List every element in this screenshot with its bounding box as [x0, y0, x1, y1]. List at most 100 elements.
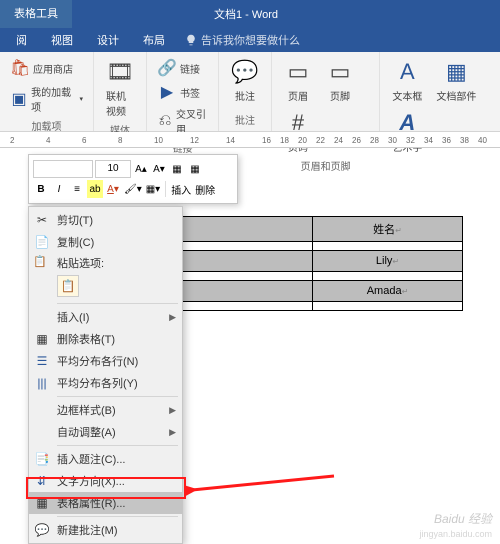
document-table[interactable]: 姓名↵ Lily↵ Amada↵ [182, 216, 463, 311]
ribbon-group-media: 🎞 联机视频 媒体 [94, 52, 147, 131]
table-cell[interactable] [313, 242, 463, 251]
comment-button[interactable]: 💬 批注 [225, 56, 265, 105]
insert-button[interactable]: 插入 [170, 180, 192, 198]
ruler-tick: 28 [370, 136, 379, 145]
table-cell[interactable] [183, 251, 313, 272]
ruler-tick: 30 [388, 136, 397, 145]
table-cell[interactable]: 姓名↵ [313, 217, 463, 242]
watermark: Baidu 经验 [434, 510, 492, 527]
menu-new-comment[interactable]: 💬新建批注(M) [29, 519, 182, 541]
table-cell[interactable] [313, 272, 463, 281]
table-cell[interactable] [183, 281, 313, 302]
menu-cut[interactable]: ✂剪切(T) [29, 209, 182, 231]
font-size-combo[interactable]: 10 [95, 160, 131, 178]
menu-autofit[interactable]: 自动调整(A)▶ [29, 421, 182, 443]
horizontal-ruler[interactable]: 246810121416182022242628303234363840 [0, 132, 500, 148]
title-bar: 表格工具 文档1 - Word [0, 0, 500, 28]
paste-options-label: 📋粘贴选项: [29, 253, 182, 273]
font-family-combo[interactable] [33, 160, 93, 178]
table-cell[interactable] [183, 272, 313, 281]
italic-button[interactable]: I [51, 180, 67, 198]
chevron-right-icon: ▶ [169, 427, 176, 438]
ribbon-tabs: 阅 视图 设计 布局 告诉我你想要做什么 [0, 28, 500, 52]
menu-copy[interactable]: 📄复制(C) [29, 231, 182, 253]
header-icon: ▭ [284, 58, 312, 86]
ruler-tick: 18 [280, 136, 289, 145]
borders-button[interactable]: ▦▾ [145, 180, 161, 198]
watermark-url: jingyan.baidu.com [419, 529, 492, 539]
online-video-button[interactable]: 🎞 联机视频 [100, 56, 140, 120]
ruler-tick: 26 [352, 136, 361, 145]
parts-icon: ▦ [442, 58, 470, 86]
group-label-comments: 批注 [225, 110, 265, 127]
store-button[interactable]: 🛍 应用商店 [6, 56, 87, 80]
format-painter-button[interactable]: 🖌▾ [123, 180, 143, 198]
ribbon-group-headerfooter: ▭页眉 ▭页脚 #页码 页眉和页脚 [272, 52, 380, 131]
table-cell[interactable] [183, 217, 313, 242]
font-color-button[interactable]: A▾ [105, 180, 121, 198]
ruler-tick: 24 [334, 136, 343, 145]
tab-view[interactable]: 视图 [39, 28, 85, 52]
menu-insert[interactable]: 插入(I)▶ [29, 306, 182, 328]
ruler-tick: 8 [118, 136, 122, 145]
annotation-arrow [184, 470, 344, 510]
bookmark-button[interactable]: ▶书签 [153, 80, 212, 104]
shrink-font-button[interactable]: A▾ [151, 160, 167, 178]
table-cell[interactable] [183, 242, 313, 251]
table-style2-button[interactable]: ▦ [187, 160, 203, 178]
tell-me-search[interactable]: 告诉我你想要做什么 [177, 28, 308, 52]
grow-font-button[interactable]: A▴ [133, 160, 149, 178]
table-row [183, 302, 463, 311]
menu-delete-table[interactable]: ▦删除表格(T) [29, 328, 182, 350]
quickparts-button[interactable]: ▦文档部件 [430, 56, 482, 105]
ruler-tick: 38 [460, 136, 469, 145]
table-cell[interactable]: Amada↵ [313, 281, 463, 302]
footer-button[interactable]: ▭页脚 [320, 56, 360, 105]
ruler-tick: 36 [442, 136, 451, 145]
comment-icon: 💬 [33, 522, 51, 538]
ruler-tick: 34 [424, 136, 433, 145]
ruler-tick: 2 [10, 136, 14, 145]
textbox-button[interactable]: A文本框 [386, 56, 428, 105]
delete-button[interactable]: 删除 [194, 180, 216, 198]
comment-icon: 💬 [231, 58, 259, 86]
paste-keep-formatting[interactable]: 📋 [57, 275, 79, 297]
separator [165, 181, 166, 197]
table-row [183, 242, 463, 251]
table-context-menu: ✂剪切(T) 📄复制(C) 📋粘贴选项: 📋 插入(I)▶ ▦删除表格(T) ☰… [28, 206, 183, 544]
hyperlink-button[interactable]: 🔗链接 [153, 56, 212, 80]
table-cell[interactable] [183, 302, 313, 311]
align-button[interactable]: ≡ [69, 180, 85, 198]
header-button[interactable]: ▭页眉 [278, 56, 318, 105]
menu-border-style[interactable]: 边框样式(B)▶ [29, 399, 182, 421]
bold-button[interactable]: B [33, 180, 49, 198]
menu-distribute-cols[interactable]: |||平均分布各列(Y) [29, 372, 182, 394]
tab-review-partial[interactable]: 阅 [4, 28, 39, 52]
clipboard-icon: 📋 [33, 255, 47, 268]
ruler-tick: 4 [46, 136, 50, 145]
highlight-button[interactable]: ab [87, 180, 103, 198]
menu-table-properties[interactable]: ▦表格属性(R)... [29, 492, 182, 514]
table-cell[interactable] [313, 302, 463, 311]
tell-me-placeholder: 告诉我你想要做什么 [201, 32, 300, 48]
document-title: 文档1 - Word [72, 6, 500, 22]
ruler-tick: 40 [478, 136, 487, 145]
table-cell[interactable]: Lily↵ [313, 251, 463, 272]
ruler-tick: 10 [154, 136, 163, 145]
addins-icon: ▣ [10, 89, 28, 109]
menu-insert-caption[interactable]: 📑插入题注(C)... [29, 448, 182, 470]
paste-options-row: 📋 [29, 273, 182, 301]
tab-layout[interactable]: 布局 [131, 28, 177, 52]
table-row: Lily↵ [183, 251, 463, 272]
tab-design[interactable]: 设计 [85, 28, 131, 52]
link-icon: 🔗 [157, 58, 177, 78]
separator [57, 396, 178, 397]
my-addins-button[interactable]: ▣ 我的加载项 ▾ [6, 82, 87, 116]
menu-text-direction[interactable]: ⇵文字方向(X)... [29, 470, 182, 492]
menu-distribute-rows[interactable]: ☰平均分布各行(N) [29, 350, 182, 372]
lightbulb-icon [185, 34, 197, 46]
film-icon: 🎞 [106, 58, 134, 86]
table-style-button[interactable]: ▦ [169, 160, 185, 178]
ruler-tick: 14 [226, 136, 235, 145]
delete-table-icon: ▦ [33, 331, 51, 347]
